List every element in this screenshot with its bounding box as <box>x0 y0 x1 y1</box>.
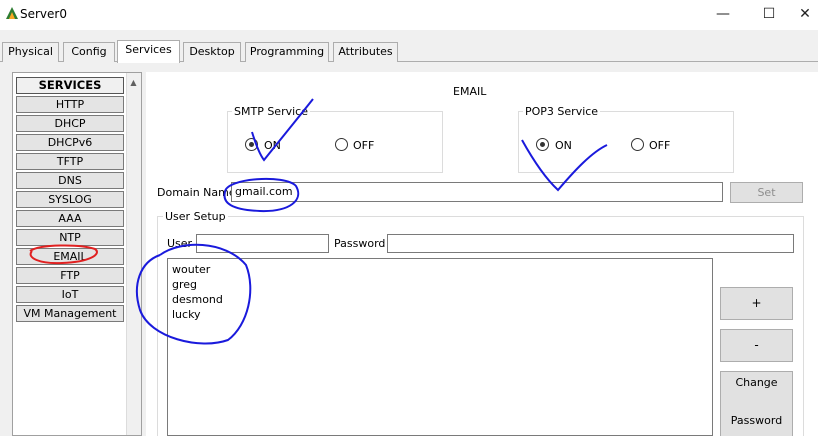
smtp-on-label: ON <box>264 139 281 152</box>
domain-name-label: Domain Name: <box>157 186 240 199</box>
pop3-off-label: OFF <box>649 139 671 152</box>
pop3-on-label: ON <box>555 139 572 152</box>
remove-user-button[interactable]: - <box>720 329 793 362</box>
service-dhcpv6[interactable]: DHCPv6 <box>16 134 124 151</box>
tab-config[interactable]: Config <box>63 42 115 62</box>
pop3-service-label: POP3 Service <box>523 105 601 118</box>
list-item[interactable]: wouter <box>172 262 210 277</box>
service-aaa[interactable]: AAA <box>16 210 124 227</box>
tab-attributes[interactable]: Attributes <box>333 42 398 62</box>
user-label: User <box>167 237 193 250</box>
user-list[interactable]: wouter greg desmond lucky <box>167 258 713 436</box>
app-icon <box>5 6 19 20</box>
user-input[interactable] <box>196 234 329 253</box>
scroll-up-arrow-icon[interactable]: ▲ <box>126 75 141 90</box>
minimize-button[interactable]: — <box>700 0 746 30</box>
smtp-service-label: SMTP Service <box>232 105 310 118</box>
maximize-button[interactable]: ☐ <box>746 0 792 30</box>
service-http[interactable]: HTTP <box>16 96 124 113</box>
password-label: Password <box>334 237 386 250</box>
service-dns[interactable]: DNS <box>16 172 124 189</box>
title-bar <box>0 0 818 30</box>
pop3-on-radio[interactable] <box>536 138 549 151</box>
services-scrollbar[interactable] <box>126 73 141 435</box>
list-item[interactable]: greg <box>172 277 197 292</box>
domain-name-input[interactable]: gmail.com <box>231 182 723 202</box>
window-title: Server0 <box>20 7 67 21</box>
change-password-button[interactable]: Change Password <box>720 371 793 436</box>
add-user-button[interactable]: + <box>720 287 793 320</box>
smtp-off-radio[interactable] <box>335 138 348 151</box>
service-syslog[interactable]: SYSLOG <box>16 191 124 208</box>
change-password-label-line2: Password <box>730 414 783 427</box>
tab-services[interactable]: Services <box>117 40 180 63</box>
set-button[interactable]: Set <box>730 182 803 203</box>
service-ntp[interactable]: NTP <box>16 229 124 246</box>
service-ftp[interactable]: FTP <box>16 267 124 284</box>
pop3-off-radio[interactable] <box>631 138 644 151</box>
change-password-label-line1: Change <box>735 376 778 389</box>
email-title: EMAIL <box>453 85 487 98</box>
service-iot[interactable]: IoT <box>16 286 124 303</box>
service-tftp[interactable]: TFTP <box>16 153 124 170</box>
list-item[interactable]: lucky <box>172 307 201 322</box>
smtp-off-label: OFF <box>353 139 375 152</box>
service-vm-management[interactable]: VM Management <box>16 305 124 322</box>
close-button[interactable]: ✕ <box>792 0 818 30</box>
service-email[interactable]: EMAIL <box>16 248 124 265</box>
tab-programming[interactable]: Programming <box>245 42 329 62</box>
service-dhcp[interactable]: DHCP <box>16 115 124 132</box>
list-item[interactable]: desmond <box>172 292 223 307</box>
tab-desktop[interactable]: Desktop <box>183 42 241 62</box>
user-setup-label: User Setup <box>163 210 228 223</box>
services-header: SERVICES <box>16 77 124 94</box>
password-input[interactable] <box>387 234 794 253</box>
smtp-on-radio[interactable] <box>245 138 258 151</box>
tab-physical[interactable]: Physical <box>2 42 59 62</box>
pop3-service-group <box>518 111 734 173</box>
